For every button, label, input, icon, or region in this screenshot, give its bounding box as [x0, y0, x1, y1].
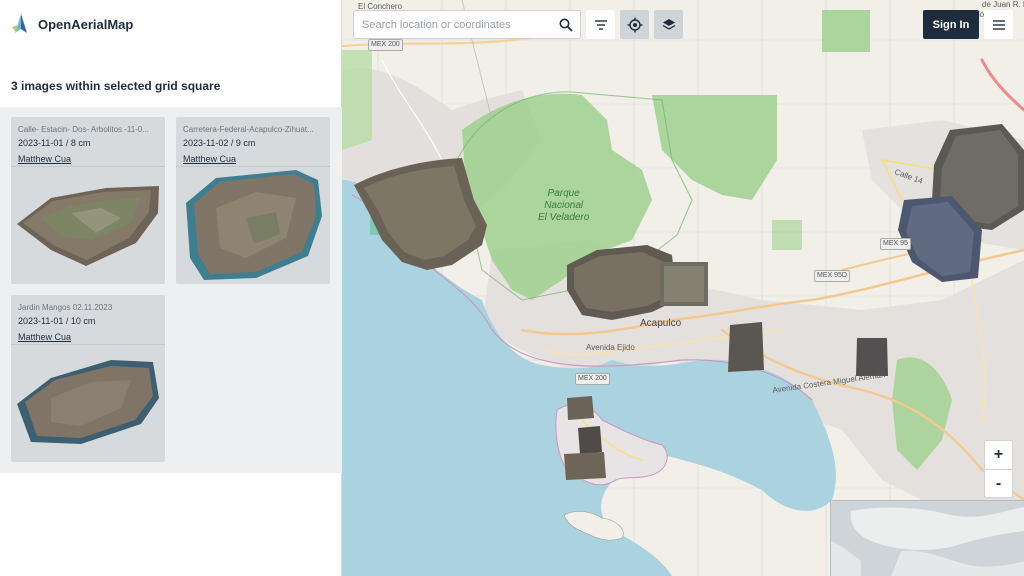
results-title: 3 images within selected grid square: [11, 79, 221, 93]
brand[interactable]: OpenAerialMap: [10, 12, 133, 36]
card-thumbnail: [186, 170, 322, 280]
logo-icon: [12, 14, 27, 33]
result-card[interactable]: Calle- Estacin- Dos- Arbolitos -11-0... …: [11, 117, 165, 284]
menu-button[interactable]: [984, 10, 1013, 39]
layers-icon: [662, 18, 675, 30]
sidebar: OpenAerialMap 3 images within selected g…: [0, 0, 342, 576]
street-label: Avenida Ejido: [586, 343, 635, 352]
card-title: Calle- Estacin- Dos- Arbolitos -11-0...: [18, 125, 150, 134]
locate-button[interactable]: [620, 10, 649, 39]
map-view[interactable]: El Conchero (El Quemado) de Juan R. Escu…: [342, 0, 1024, 576]
zoom-in-button[interactable]: +: [985, 441, 1012, 469]
road-shield: MEX 95D: [814, 270, 850, 282]
card-title: Jardin Mangos 02.11.2023: [18, 303, 113, 312]
brand-name: OpenAerialMap: [38, 16, 134, 32]
results-list: Calle- Estacin- Dos- Arbolitos -11-0... …: [0, 107, 342, 473]
zoom-out-button[interactable]: -: [985, 469, 1012, 497]
road-shield: MEX 95: [880, 238, 911, 250]
result-card[interactable]: Jardin Mangos 02.11.2023 2023-11-01 / 10…: [11, 295, 165, 462]
minimap[interactable]: [830, 500, 1024, 576]
sign-in-button[interactable]: Sign In: [923, 10, 979, 39]
zoom-control: + -: [984, 440, 1013, 498]
road-shield: MEX 200: [575, 373, 610, 385]
layers-button[interactable]: [654, 10, 683, 39]
card-author-link[interactable]: Matthew Cua: [18, 153, 71, 165]
card-thumbnail: [17, 360, 159, 444]
map-canvas: [342, 0, 1024, 576]
city-label: Acapulco: [640, 318, 682, 329]
result-card[interactable]: Carretera-Federal-Acapulco-Zihuat... 202…: [176, 117, 330, 284]
search-icon[interactable]: [552, 11, 580, 39]
card-author-link[interactable]: Matthew Cua: [183, 153, 236, 165]
road-shield: MEX 200: [368, 39, 403, 51]
card-date-resolution: 2023-11-01 / 10 cm: [18, 316, 96, 326]
map-label: de Juan R. Escu: [982, 0, 1024, 9]
card-author-link[interactable]: Matthew Cua: [18, 331, 71, 343]
locate-icon: [627, 17, 642, 32]
filter-icon: [594, 19, 607, 30]
card-date-resolution: 2023-11-02 / 9 cm: [183, 138, 256, 148]
card-title: Carretera-Federal-Acapulco-Zihuat...: [183, 125, 314, 134]
card-thumbnail: [17, 186, 159, 266]
search-input[interactable]: [354, 11, 552, 38]
menu-icon: [992, 19, 1005, 30]
park-label: Parque Nacional El Veladero: [538, 188, 590, 223]
minimap-canvas: [831, 501, 1024, 576]
card-date-resolution: 2023-11-01 / 8 cm: [18, 138, 91, 148]
search-bar: [353, 10, 581, 39]
filter-button[interactable]: [586, 10, 615, 39]
